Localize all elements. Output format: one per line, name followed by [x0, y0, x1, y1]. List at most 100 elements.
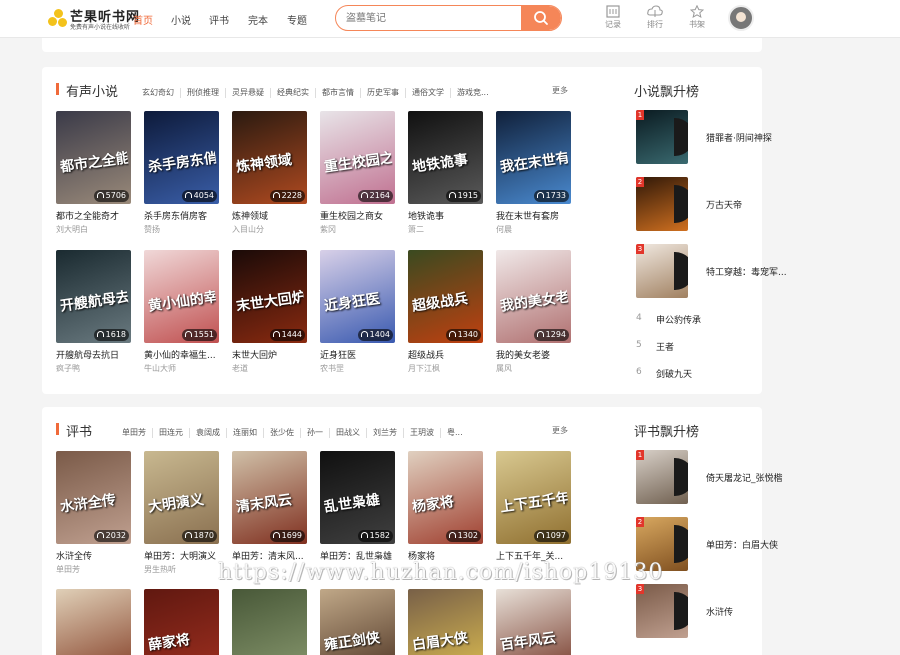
tab-item[interactable]: 历史军事: [361, 88, 406, 98]
tab-item[interactable]: 游戏竞...: [451, 88, 495, 98]
rank-cover[interactable]: 3: [636, 584, 688, 638]
book-title[interactable]: 开艘航母去抗日: [56, 348, 140, 361]
rank-cover[interactable]: 2: [636, 177, 688, 231]
book-cover[interactable]: 水浒全传 2032: [56, 451, 131, 544]
book-cover[interactable]: 地铁诡事 1915: [408, 111, 483, 204]
tab-item[interactable]: 粤...: [441, 428, 469, 438]
rank-book-name[interactable]: 万古天帝: [706, 198, 742, 211]
tab-item[interactable]: 通俗文学: [406, 88, 451, 98]
book-cover[interactable]: [232, 589, 307, 655]
history-button[interactable]: 记录: [598, 5, 628, 30]
book-title[interactable]: 水浒全传: [56, 549, 140, 562]
tab-item[interactable]: 经典纪实: [271, 88, 316, 98]
book-cover[interactable]: 白眉大侠: [408, 589, 483, 655]
bookshelf-button[interactable]: 书架: [682, 4, 712, 30]
book-title[interactable]: 都市之全能奇才: [56, 209, 140, 222]
book-cover[interactable]: 乱世枭雄 1582: [320, 451, 395, 544]
search-input[interactable]: [346, 10, 511, 26]
book-title[interactable]: 黄小仙的幸福生...: [144, 348, 228, 361]
book-author[interactable]: 农书罡: [320, 363, 400, 374]
book-cover[interactable]: [56, 589, 131, 655]
book-author[interactable]: 刘大明白: [56, 224, 136, 235]
search-button[interactable]: [521, 6, 561, 30]
tab-item[interactable]: 都市言情: [316, 88, 361, 98]
book-title[interactable]: 我在末世有套房: [496, 209, 580, 222]
rank-book-name[interactable]: 剑破九天: [656, 367, 692, 380]
section-title[interactable]: 有声小说: [66, 81, 118, 100]
tab-item[interactable]: 灵异悬疑: [226, 88, 271, 98]
book-title[interactable]: 我的美女老婆: [496, 348, 580, 361]
book-title[interactable]: 超级战兵: [408, 348, 492, 361]
book-cover[interactable]: 超级战兵 1340: [408, 250, 483, 343]
book-title[interactable]: 杀手房东俏房客: [144, 209, 228, 222]
book-cover[interactable]: 杨家将 1302: [408, 451, 483, 544]
user-avatar[interactable]: [728, 5, 754, 31]
rank-book-name[interactable]: 特工穿越：毒宠军...: [706, 265, 787, 278]
book-cover[interactable]: 末世大回炉 1444: [232, 250, 307, 343]
rank-book-name[interactable]: 水浒传: [706, 605, 733, 618]
tab-item[interactable]: 袁阔成: [190, 428, 227, 438]
book-cover[interactable]: 炼神领域 2228: [232, 111, 307, 204]
book-cover[interactable]: 大明演义 1870: [144, 451, 219, 544]
section-title[interactable]: 评书: [66, 421, 92, 440]
rank-book-name[interactable]: 王者: [656, 340, 674, 353]
book-author[interactable]: 入目山分: [232, 224, 312, 235]
tab-item[interactable]: 单田芳: [116, 428, 153, 438]
book-cover[interactable]: 我在末世有套房 1733: [496, 111, 571, 204]
tab-item[interactable]: 刑侦推理: [181, 88, 226, 98]
tab-item[interactable]: 刘兰芳: [367, 428, 404, 438]
rank-cover[interactable]: 1: [636, 110, 688, 164]
book-title[interactable]: 末世大回炉: [232, 348, 316, 361]
rank-cover[interactable]: 3: [636, 244, 688, 298]
tab-item[interactable]: 张少佐: [264, 428, 301, 438]
book-author[interactable]: 疯子鸭: [56, 363, 136, 374]
book-author[interactable]: 何晨: [496, 224, 576, 235]
book-author[interactable]: 紫冈: [320, 224, 400, 235]
nav-novel[interactable]: 小说: [171, 12, 191, 27]
book-cover[interactable]: 杀手房东俏房客 4054: [144, 111, 219, 204]
book-cover[interactable]: 雍正剑侠: [320, 589, 395, 655]
rank-book-name[interactable]: 倚天屠龙记_张悦楷: [706, 471, 783, 484]
nav-topics[interactable]: 专题: [287, 12, 307, 27]
book-cover[interactable]: 薛家将: [144, 589, 219, 655]
book-cover[interactable]: 上下五千年 1097: [496, 451, 571, 544]
site-logo[interactable]: 芒果听书网 免费有声小说在线收听: [48, 6, 139, 32]
book-author[interactable]: 赞扬: [144, 224, 224, 235]
book-title[interactable]: 地铁诡事: [408, 209, 492, 222]
rank-book-name[interactable]: 申公豹传承: [656, 313, 701, 326]
book-cover[interactable]: 清末风云 1699: [232, 451, 307, 544]
book-author[interactable]: 老道: [232, 363, 312, 374]
nav-pingshu[interactable]: 评书: [209, 12, 229, 27]
book-author[interactable]: 牛山大师: [144, 363, 224, 374]
rank-cover[interactable]: 1: [636, 450, 688, 504]
book-cover[interactable]: 开艘航母去抗日 1618: [56, 250, 131, 343]
book-cover[interactable]: 近身狂医 1404: [320, 250, 395, 343]
rank-book-name[interactable]: 单田芳：白眉大侠: [706, 538, 778, 551]
tab-item[interactable]: 玄幻奇幻: [136, 88, 181, 98]
book-title[interactable]: 重生校园之商女: [320, 209, 404, 222]
book-cover[interactable]: 百年风云: [496, 589, 571, 655]
book-cover[interactable]: 黄小仙的幸福生活 1551: [144, 250, 219, 343]
tab-item[interactable]: 王玥波: [404, 428, 441, 438]
book-author[interactable]: 月下江枫: [408, 363, 488, 374]
book-cover[interactable]: 重生校园之商女 2164: [320, 111, 395, 204]
tab-item[interactable]: 孙一: [301, 428, 330, 438]
tab-item[interactable]: 田连元: [153, 428, 190, 438]
book-cover[interactable]: 我的美女老婆 1294: [496, 250, 571, 343]
book-author[interactable]: 单田芳: [56, 564, 136, 575]
tab-item[interactable]: 田战义: [330, 428, 367, 438]
book-author[interactable]: 男生热听: [144, 564, 224, 575]
book-author[interactable]: 属风: [496, 363, 576, 374]
tab-item[interactable]: 连丽如: [227, 428, 264, 438]
book-title[interactable]: 炼神领域: [232, 209, 316, 222]
book-title[interactable]: 近身狂医: [320, 348, 404, 361]
ranking-button[interactable]: 排行: [640, 5, 670, 30]
book-cover[interactable]: 都市之全能奇才 5706: [56, 111, 131, 204]
nav-complete[interactable]: 完本: [248, 12, 268, 27]
nav-home[interactable]: 首页: [133, 12, 153, 27]
more-link[interactable]: 更多: [552, 425, 568, 436]
more-link[interactable]: 更多: [552, 85, 568, 96]
book-title[interactable]: 单田芳：大明演义: [144, 549, 228, 562]
rank-book-name[interactable]: 猎罪者·阴间神探: [706, 131, 772, 144]
book-author[interactable]: 箫二: [408, 224, 488, 235]
